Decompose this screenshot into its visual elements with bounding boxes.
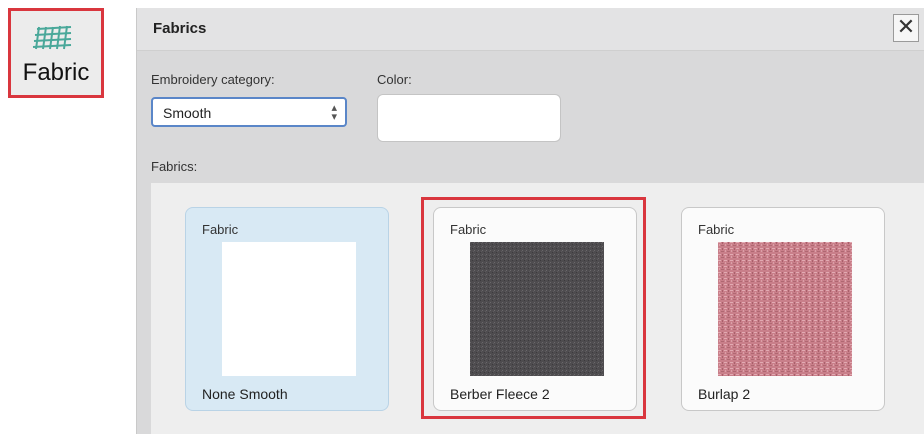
- fabric-card-name: Burlap 2: [698, 386, 751, 402]
- fabric-card-none-smooth[interactable]: Fabric None Smooth: [185, 207, 389, 411]
- fabric-tool-label: Fabric: [22, 59, 90, 86]
- close-icon[interactable]: ✕: [893, 14, 919, 42]
- fabric-tool-button[interactable]: Fabric: [8, 8, 104, 98]
- dialog-titlebar: Fabrics ✕: [137, 8, 924, 51]
- fabric-card-header: Fabric: [202, 222, 239, 237]
- dialog-title: Fabrics: [153, 20, 207, 37]
- fabric-swatch-white: [222, 242, 356, 376]
- select-updown-icon: ▴ ▾: [331, 102, 337, 123]
- fabric-card-name: Berber Fleece 2: [450, 386, 550, 402]
- fabrics-dialog: Fabrics ✕ Embroidery category: Smooth ▴ ▾…: [136, 8, 924, 434]
- embroidery-category-label: Embroidery category:: [151, 72, 275, 87]
- fabric-swatch-fleece: [470, 242, 604, 376]
- fabric-card-berber-fleece[interactable]: Fabric Berber Fleece 2: [433, 207, 637, 411]
- fabric-swatch-burlap: [718, 242, 852, 376]
- fabrics-list: Fabric None Smooth Fabric Berber Fleece …: [151, 183, 924, 434]
- embroidery-category-select[interactable]: Smooth ▴ ▾: [151, 97, 347, 127]
- embroidery-category-value: Smooth: [163, 105, 212, 121]
- fabric-card-burlap[interactable]: Fabric Burlap 2: [681, 207, 885, 411]
- fabric-card-header: Fabric: [698, 222, 735, 237]
- color-picker[interactable]: [377, 94, 561, 142]
- fabrics-label: Fabrics:: [151, 159, 198, 174]
- fabric-card-name: None Smooth: [202, 386, 288, 402]
- fabric-mesh-icon: [32, 25, 72, 50]
- fabric-card-header: Fabric: [450, 222, 487, 237]
- color-label: Color:: [377, 72, 412, 87]
